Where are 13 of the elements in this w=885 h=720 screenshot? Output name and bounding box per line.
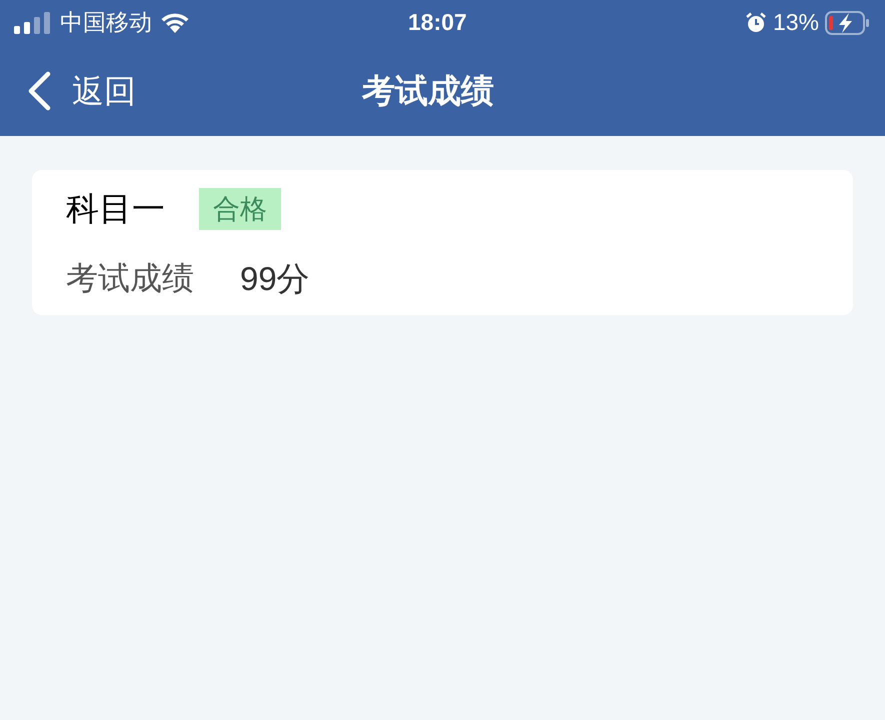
carrier-name: 中国移动 [60,8,152,38]
signal-icon [14,12,52,34]
page-title: 考试成绩 [362,70,494,111]
clock-time: 18:07 [408,8,467,38]
battery-percent: 13% [772,8,819,38]
subject-name: 科目一 [66,189,165,229]
score-value: 99分 [240,258,310,298]
wifi-icon [160,12,190,34]
chevron-left-icon [26,70,52,110]
score-label: 考试成绩 [66,259,194,298]
back-button[interactable]: 返回 [26,66,136,114]
status-badge: 合格 [199,188,281,230]
alarm-icon [744,12,767,34]
